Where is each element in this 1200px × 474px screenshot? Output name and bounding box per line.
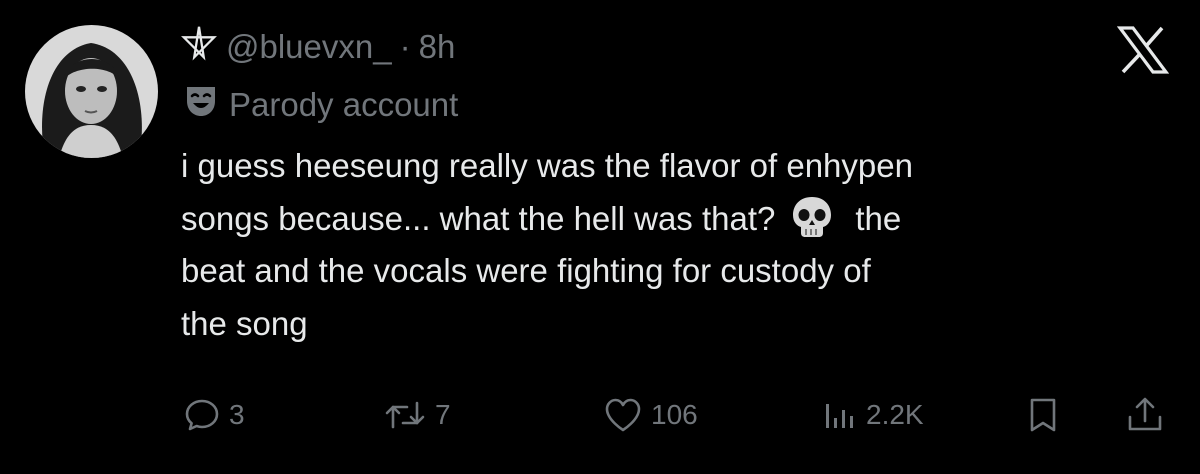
share-button[interactable] xyxy=(1125,390,1165,440)
tweet-text-segment: the xyxy=(855,199,902,237)
x-logo-icon[interactable] xyxy=(1116,26,1170,74)
bookmark-icon xyxy=(1025,396,1061,434)
tweet-text-segment: songs because... what the hell was that? xyxy=(181,199,776,237)
repost-count: 7 xyxy=(435,399,451,430)
share-icon xyxy=(1125,395,1165,435)
tweet-text: i guess heeseung really was the flavor o… xyxy=(181,140,1171,350)
parody-badge: Parody account xyxy=(183,80,458,130)
tweet-actions: 3 7 106 2.2K xyxy=(0,390,1200,440)
tweet-text-line: songs because... what the hell was that?… xyxy=(181,193,1171,246)
like-button[interactable]: 106 xyxy=(603,390,698,440)
tweet-text-line: the song xyxy=(181,304,308,342)
reply-icon xyxy=(183,396,221,434)
avatar[interactable] xyxy=(25,25,158,158)
tweet-header: @bluevxn_ · 8h xyxy=(180,22,455,72)
tweet-text-line: i guess heeseung really was the flavor o… xyxy=(181,147,913,184)
user-handle[interactable]: @bluevxn_ xyxy=(226,28,392,66)
skull-icon xyxy=(789,194,835,240)
views-button[interactable]: 2.2K xyxy=(820,390,924,440)
bar-chart-icon xyxy=(820,396,858,434)
pentagram-icon xyxy=(180,24,218,70)
bookmark-button[interactable] xyxy=(1025,390,1061,440)
theater-mask-icon xyxy=(183,83,219,127)
reply-button[interactable]: 3 xyxy=(183,390,245,440)
tweet-time[interactable]: 8h xyxy=(419,28,456,66)
parody-label: Parody account xyxy=(229,86,459,123)
tweet-text-line: beat and the vocals were fighting for cu… xyxy=(181,252,871,289)
repost-icon xyxy=(383,396,427,434)
separator-dot: · xyxy=(399,28,411,65)
like-count: 106 xyxy=(651,399,698,430)
reply-count: 3 xyxy=(229,399,245,430)
heart-icon xyxy=(603,396,643,434)
views-count: 2.2K xyxy=(866,399,924,430)
repost-button[interactable]: 7 xyxy=(383,390,451,440)
